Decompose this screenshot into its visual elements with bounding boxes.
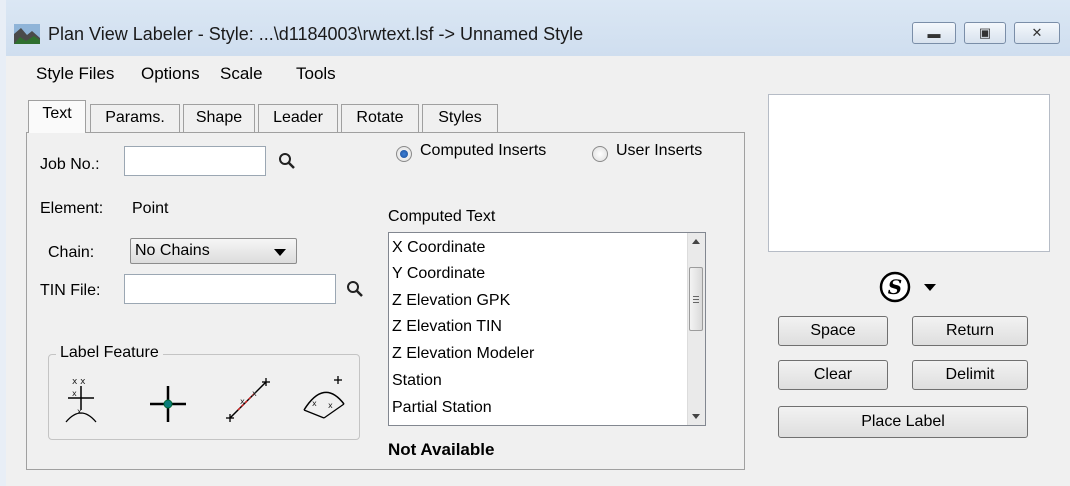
close-icon: ✕ bbox=[1031, 25, 1043, 40]
svg-text:x: x bbox=[252, 389, 257, 398]
minimize-icon: ▬ bbox=[927, 25, 941, 41]
maximize-icon: ▣ bbox=[978, 25, 992, 40]
job-no-label: Job No.: bbox=[40, 156, 100, 173]
label-crosshair-icon[interactable] bbox=[146, 382, 190, 426]
computed-text-label: Computed Text bbox=[388, 208, 496, 225]
tab-leader[interactable]: Leader bbox=[258, 104, 338, 132]
computed-text-list[interactable]: X Coordinate Y Coordinate Z Elevation GP… bbox=[388, 232, 706, 426]
label-preview-pane bbox=[768, 94, 1050, 252]
list-item[interactable]: Z Elevation TIN bbox=[392, 318, 502, 336]
space-button[interactable]: Space bbox=[778, 316, 888, 346]
tab-styles[interactable]: Styles bbox=[422, 104, 498, 132]
window-title: Plan View Labeler - Style: ...\d1184003\… bbox=[48, 24, 584, 44]
user-inserts-label[interactable]: User Inserts bbox=[616, 142, 702, 160]
label-line-icon[interactable]: x x bbox=[224, 374, 272, 424]
list-item[interactable]: Partial Station bbox=[392, 399, 492, 417]
job-no-input[interactable] bbox=[124, 146, 266, 176]
chain-label: Chain: bbox=[48, 244, 95, 261]
tin-file-input[interactable] bbox=[124, 274, 336, 304]
list-item[interactable]: Z Elevation GPK bbox=[392, 292, 510, 310]
chain-dropdown[interactable]: No Chains bbox=[130, 238, 297, 264]
svg-text:x: x bbox=[72, 389, 77, 398]
label-feature-title: Label Feature bbox=[56, 344, 163, 362]
tin-search-icon[interactable] bbox=[346, 280, 364, 298]
status-text: Not Available bbox=[388, 440, 495, 459]
plan-view-labeler-window: Plan View Labeler - Style: ...\d1184003\… bbox=[6, 0, 1070, 486]
menu-options[interactable]: Options bbox=[141, 64, 200, 84]
tin-file-label: TIN File: bbox=[40, 282, 101, 299]
computed-inserts-label[interactable]: Computed Inserts bbox=[420, 142, 546, 160]
title-bar: Plan View Labeler - Style: ...\d1184003\… bbox=[6, 0, 1070, 56]
menu-bar: Style Files Options Scale Tools bbox=[6, 56, 1070, 91]
svg-text:x x: x x bbox=[72, 377, 86, 387]
job-search-icon[interactable] bbox=[278, 152, 296, 170]
place-label-button[interactable]: Place Label bbox=[778, 406, 1028, 438]
tab-text[interactable]: Text bbox=[28, 100, 86, 133]
symbol-s-icon[interactable]: S bbox=[878, 270, 912, 304]
element-label: Element: bbox=[40, 200, 104, 217]
menu-style-files[interactable]: Style Files bbox=[36, 64, 114, 84]
list-item[interactable]: X Coordinate bbox=[392, 239, 485, 257]
tab-params[interactable]: Params. bbox=[90, 104, 180, 132]
delimit-button[interactable]: Delimit bbox=[912, 360, 1028, 390]
list-item[interactable]: Z Elevation Modeler bbox=[392, 345, 534, 363]
tab-shape[interactable]: Shape bbox=[183, 104, 255, 132]
computed-inserts-radio[interactable] bbox=[396, 146, 412, 162]
maximize-button[interactable]: ▣ bbox=[964, 22, 1006, 44]
symbol-s-text: S bbox=[888, 275, 902, 299]
scroll-down-icon[interactable] bbox=[692, 414, 700, 419]
svg-text:x: x bbox=[77, 407, 82, 416]
element-value: Point bbox=[132, 200, 169, 217]
svg-text:x: x bbox=[328, 401, 333, 410]
scroll-thumb[interactable] bbox=[689, 267, 703, 331]
menu-scale[interactable]: Scale bbox=[220, 64, 263, 84]
minimize-button[interactable]: ▬ bbox=[912, 22, 956, 44]
svg-text:x: x bbox=[312, 399, 317, 408]
list-item[interactable]: Station bbox=[392, 372, 442, 390]
tab-rotate[interactable]: Rotate bbox=[341, 104, 419, 132]
scroll-up-icon[interactable] bbox=[692, 239, 700, 244]
list-scrollbar[interactable] bbox=[687, 233, 705, 425]
chevron-down-icon bbox=[274, 249, 286, 256]
label-point-icon[interactable]: x x x x bbox=[64, 374, 98, 426]
menu-tools[interactable]: Tools bbox=[296, 64, 336, 84]
app-icon bbox=[14, 24, 40, 44]
label-arc-icon[interactable]: x x bbox=[298, 374, 350, 424]
svg-text:x: x bbox=[240, 397, 245, 406]
close-button[interactable]: ✕ bbox=[1014, 22, 1060, 44]
symbol-dropdown-icon[interactable] bbox=[924, 284, 936, 291]
return-button[interactable]: Return bbox=[912, 316, 1028, 346]
chain-value: No Chains bbox=[135, 242, 210, 259]
clear-button[interactable]: Clear bbox=[778, 360, 888, 390]
list-item[interactable]: Y Coordinate bbox=[392, 265, 485, 283]
user-inserts-radio[interactable] bbox=[592, 146, 608, 162]
